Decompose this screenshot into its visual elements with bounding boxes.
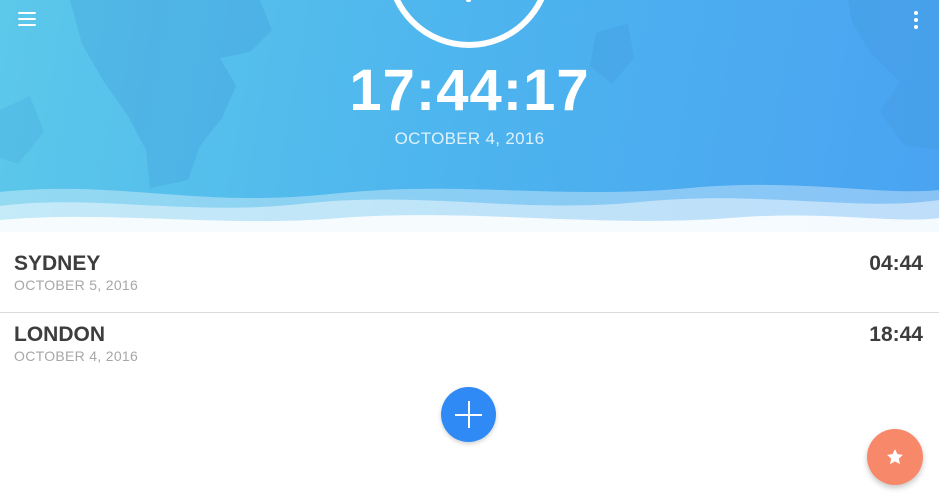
city-name: SYDNEY <box>14 252 101 275</box>
city-name: LONDON <box>14 323 105 346</box>
city-time: 18:44 <box>869 323 923 346</box>
city-date: OCTOBER 5, 2016 <box>14 277 139 293</box>
wave-decoration <box>0 184 939 232</box>
favorite-button[interactable] <box>867 429 923 485</box>
hamburger-menu-icon <box>18 12 36 14</box>
city-date: OCTOBER 4, 2016 <box>14 348 139 364</box>
city-row-sydney[interactable]: SYDNEY OCTOBER 5, 2016 04:44 <box>0 242 939 312</box>
current-date: OCTOBER 4, 2016 <box>394 129 545 148</box>
world-clock-list: SYDNEY OCTOBER 5, 2016 04:44 LONDON OCTO… <box>0 242 939 382</box>
star-icon <box>887 449 903 465</box>
clock-header: 17:44:17 OCTOBER 4, 2016 <box>0 0 939 232</box>
current-time: 17:44:17 <box>349 58 590 123</box>
city-time: 04:44 <box>869 252 923 275</box>
city-row-london[interactable]: LONDON OCTOBER 4, 2016 18:44 <box>0 312 939 382</box>
more-options-button[interactable] <box>904 8 928 32</box>
more-vertical-icon <box>914 11 918 15</box>
menu-button[interactable] <box>10 6 44 32</box>
add-city-button[interactable] <box>441 387 496 442</box>
